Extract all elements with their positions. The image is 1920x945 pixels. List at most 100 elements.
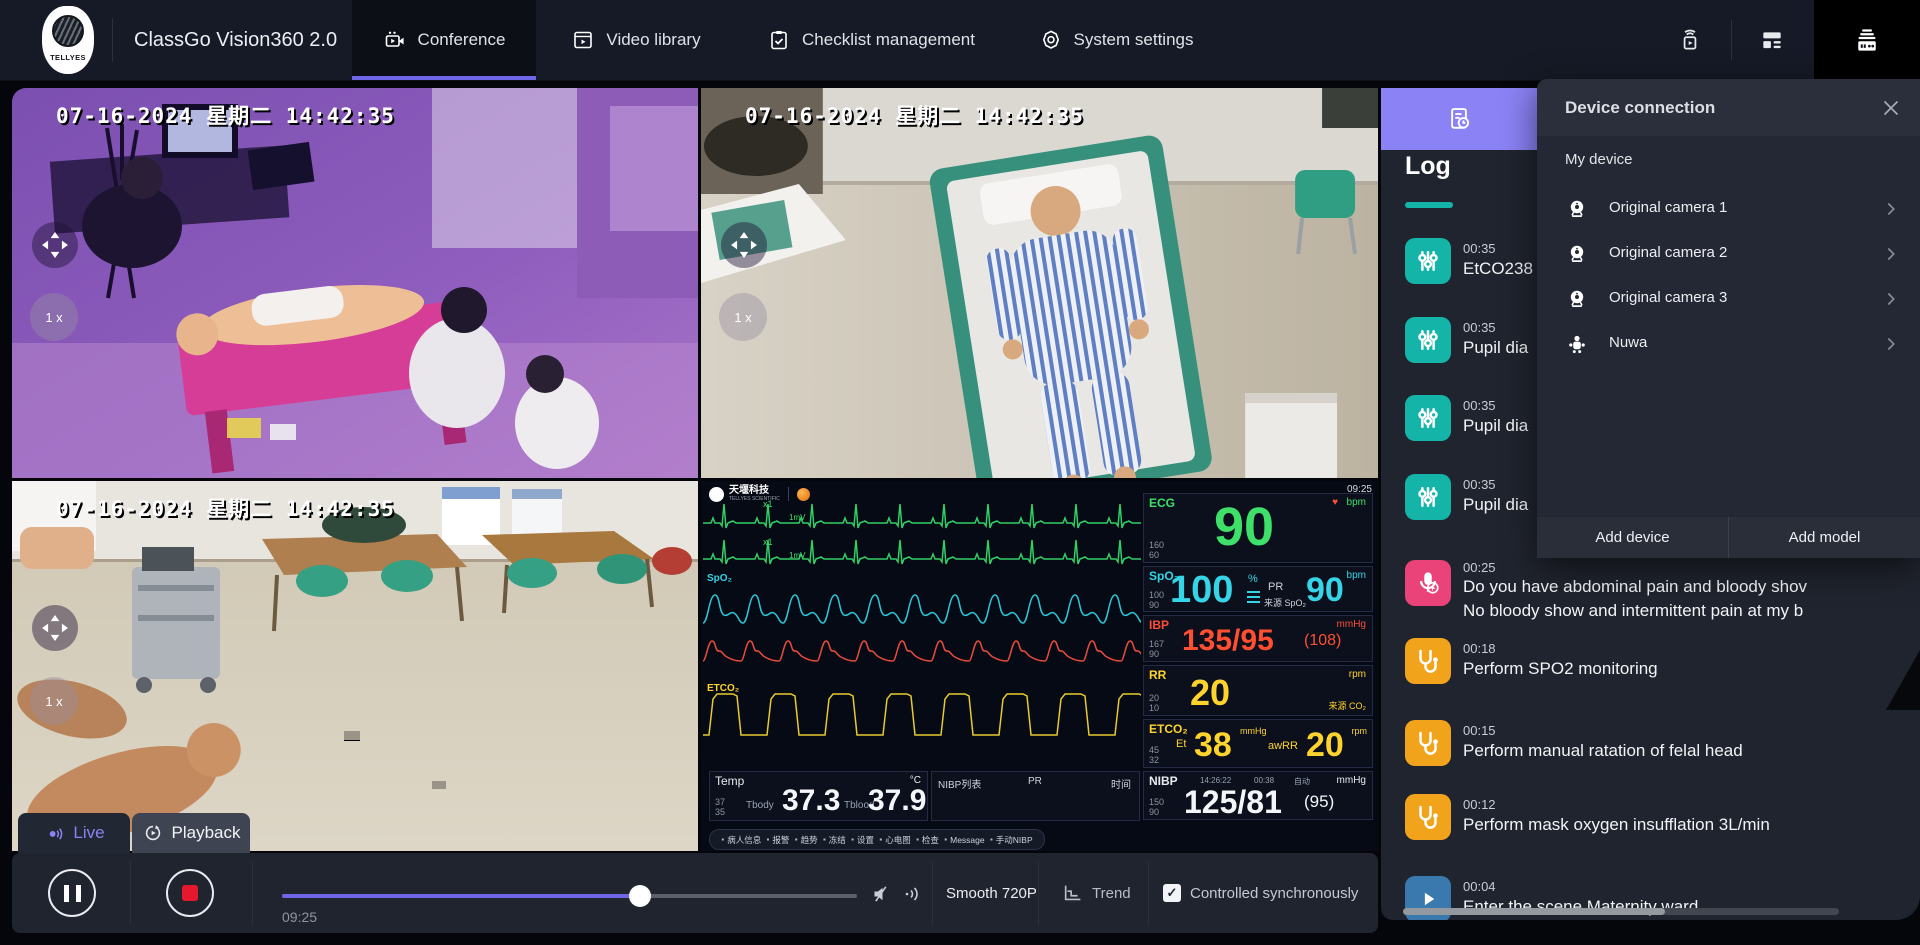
chevron-right-icon (1880, 288, 1902, 310)
screencast-button[interactable] (1668, 18, 1712, 62)
tab-live[interactable]: Live (18, 813, 130, 853)
tab-conference[interactable]: Conference (352, 0, 536, 80)
vitals-sliders-icon (1405, 474, 1451, 520)
monitor-menu-item[interactable]: 病人信息 (721, 834, 761, 846)
log-entry[interactable]: 00:18 Perform SPO2 monitoring (1381, 638, 1920, 702)
video-timestamp: 07-16-2024 星期二 14:42:35 (56, 493, 395, 523)
nibp-value: 125/81 (1184, 784, 1282, 821)
scrollbar-thumb[interactable] (1403, 908, 1665, 915)
tab-checklist-management[interactable]: Checklist management (742, 0, 1000, 80)
volume-waves-icon (902, 882, 926, 906)
device-connection-button[interactable] (1814, 0, 1920, 80)
log-entry[interactable]: 00:25 Do you have abdominal pain and blo… (1381, 560, 1920, 634)
log-entry-text: EtCO238 (1463, 259, 1533, 279)
webcam-icon (1565, 242, 1589, 266)
heart-icon (1332, 497, 1338, 508)
spo2-panel: SpO₂ bpm 100 % PR 90 来源 SpO₂ 100 90 (1143, 566, 1373, 612)
spo2-lo: 90 (1149, 600, 1159, 610)
monitor-menu-item[interactable]: Message (944, 835, 984, 845)
device-name: Original camera 2 (1609, 244, 1727, 261)
tellyes-logo: TELLYES (42, 6, 94, 74)
device-name: Original camera 3 (1609, 289, 1727, 306)
log-entry-text: Pupil dia (1463, 416, 1528, 436)
chevron-right-icon (1880, 333, 1902, 355)
divider (932, 861, 933, 925)
pan-control[interactable] (32, 222, 78, 268)
sync-checkbox-label[interactable]: Controlled synchronously (1190, 853, 1358, 933)
temp-hi: 37 (715, 797, 725, 807)
video-timestamp: 07-16-2024 星期二 14:42:35 (745, 100, 1084, 130)
log-horizontal-scrollbar[interactable] (1403, 908, 1839, 915)
monitor-menu-item[interactable]: 冻结 (823, 834, 846, 846)
log-entry-time: 00:15 (1463, 723, 1496, 738)
monitor-taskbar: 病人信息 报警 趋势 冻结 设置 心电图 检查 Message 手动NIBP (709, 829, 1045, 850)
monitor-menu-item[interactable]: 报警 (767, 834, 790, 846)
device-item-nuwa[interactable]: Nuwa (1537, 322, 1920, 367)
add-device-button[interactable]: Add device (1537, 517, 1729, 558)
monitor-menu-item[interactable]: 手动NIBP (990, 834, 1033, 846)
camera-feed-1[interactable]: 07-16-2024 星期二 14:42:35 1 x (12, 88, 698, 478)
device-item-camera1[interactable]: Original camera 1 (1537, 187, 1920, 232)
volume-button[interactable] (902, 882, 926, 906)
close-button[interactable] (1878, 95, 1904, 121)
monitor-menu-item[interactable]: 趋势 (795, 834, 818, 846)
trend-button[interactable] (1062, 882, 1084, 904)
device-item-camera3[interactable]: Original camera 3 (1537, 277, 1920, 322)
zoom-level-badge[interactable]: 1 x (30, 293, 78, 341)
quality-selector[interactable]: Smooth 720P (946, 853, 1037, 933)
vitals-sliders-icon (1405, 238, 1451, 284)
camera-feed-2[interactable]: 07-16-2024 星期二 14:42:35 1 x (701, 88, 1378, 478)
seek-thumb[interactable] (629, 885, 651, 907)
sync-checkbox[interactable] (1163, 884, 1181, 902)
device-item-camera2[interactable]: Original camera 2 (1537, 232, 1920, 277)
video-timestamp: 07-16-2024 星期二 14:42:35 (56, 100, 395, 130)
nibp-list-col2: PR (1028, 776, 1042, 787)
zoom-level-badge[interactable]: 1 x (30, 677, 78, 725)
zoom-level-badge[interactable]: 1 x (719, 293, 767, 341)
tab-video-library[interactable]: Video library (552, 0, 720, 80)
add-model-button[interactable]: Add model (1729, 517, 1920, 558)
vitals-sliders-icon (1405, 395, 1451, 441)
log-entry-time: 00:12 (1463, 797, 1496, 812)
active-tab-underline (352, 76, 536, 80)
log-tab[interactable] (1381, 88, 1537, 150)
layout-button[interactable] (1750, 18, 1794, 62)
monitor-menu-item[interactable]: 检查 (916, 834, 939, 846)
ecg-value: 90 (1214, 496, 1274, 558)
spo2-wave-label: SpO₂ (707, 573, 732, 584)
divider (1731, 20, 1732, 60)
pan-control[interactable] (32, 605, 78, 651)
log-entry-text: Pupil dia (1463, 338, 1528, 358)
pan-arrows-icon (36, 609, 74, 647)
nibp-panel: NIBP 14:26:22 00:38 自动 mmHg 125/81 (95) … (1143, 771, 1373, 820)
monitor-menu-item[interactable]: 设置 (851, 834, 874, 846)
tab-playback[interactable]: Playback (132, 813, 250, 853)
log-entry[interactable]: 00:15 Perform manual ratation of felal h… (1381, 720, 1920, 784)
log-entry[interactable]: 00:12 Perform mask oxygen insufflation 3… (1381, 794, 1920, 858)
log-title: Log (1405, 152, 1451, 181)
chevron-right-icon (1880, 243, 1902, 265)
nibp-hi: 150 (1149, 797, 1164, 807)
device-connection-panel: Device connection My device Original cam… (1537, 79, 1920, 558)
pr-value: 90 (1306, 571, 1344, 609)
stop-record-button[interactable] (166, 869, 214, 917)
divider (252, 861, 253, 925)
muted-speaker-icon (870, 882, 894, 906)
camera-feed-3[interactable]: 07-16-2024 星期二 14:42:35 1 x (12, 481, 698, 851)
camera1-scene (12, 88, 698, 478)
trend-chart-icon (1062, 882, 1084, 904)
tab-label: System settings (1074, 30, 1194, 50)
tab-system-settings[interactable]: System settings (1016, 0, 1216, 80)
seek-slider[interactable] (282, 894, 857, 898)
divider (1038, 861, 1039, 925)
pan-control[interactable] (721, 222, 767, 268)
stethoscope-icon (1405, 720, 1451, 766)
pause-button[interactable] (48, 869, 96, 917)
monitor-menu-item[interactable]: 心电图 (879, 834, 910, 846)
log-entry-time: 00:25 (1463, 560, 1496, 575)
mute-button[interactable] (870, 882, 894, 906)
trend-label[interactable]: Trend (1092, 853, 1131, 933)
device-panel-title: Device connection (1565, 79, 1715, 136)
log-entry-time: 00:18 (1463, 641, 1496, 656)
patient-monitor-feed[interactable]: 天堰科技 TELLYES SCIENTIFIC 09:25 (701, 481, 1378, 851)
